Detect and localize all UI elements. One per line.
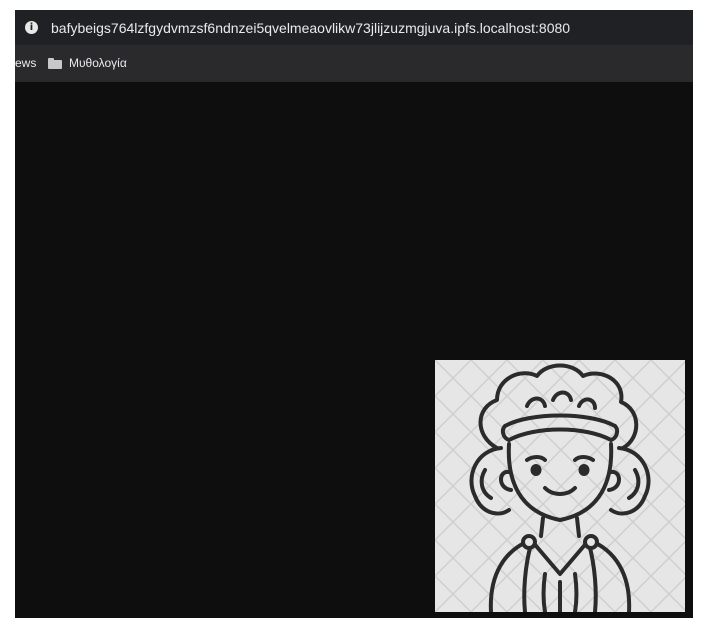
address-bar[interactable]: i bafybeigs764lzfgydvmzsf6ndnzei5qvelmea… [15,10,693,45]
browser-window: i bafybeigs764lzfgydvmzsf6ndnzei5qvelmea… [15,10,693,618]
url-text[interactable]: bafybeigs764lzfgydvmzsf6ndnzei5qvelmeaov… [51,19,570,37]
woman-avatar-image [435,360,685,612]
bookmarks-bar: ews Μυθολογία [15,45,693,82]
bookmark-folder-label: Μυθολογία [69,56,127,70]
bookmark-folder-mythology[interactable]: Μυθολογία [48,56,127,71]
info-icon[interactable]: i [25,21,38,34]
folder-icon [48,58,62,69]
bookmark-news[interactable]: ews [15,56,36,71]
page-content [15,82,693,618]
